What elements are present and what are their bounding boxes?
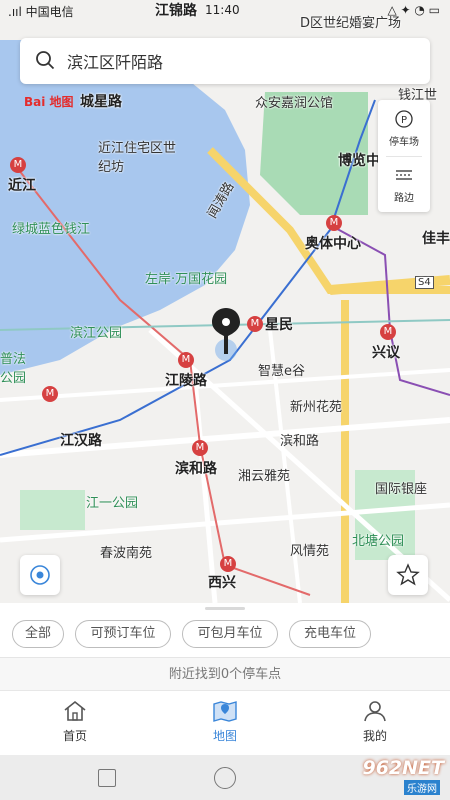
map-label-xinzhou: 新州花苑 bbox=[290, 400, 343, 415]
roadside-label: 路边 bbox=[394, 193, 414, 204]
metro-station-icon: M bbox=[42, 386, 58, 402]
metro-station-icon: M bbox=[178, 352, 194, 368]
map-label-aoti: 奥体中心 bbox=[305, 236, 361, 252]
drag-handle[interactable] bbox=[205, 607, 245, 610]
map-label-pufa: 普法公园 bbox=[0, 352, 27, 386]
map-label-xixing: 西兴 bbox=[208, 575, 236, 591]
map-label-chengxinglu: 城星路 bbox=[80, 94, 122, 110]
map-label-xingyi: 兴议 bbox=[372, 345, 400, 361]
map-label-zhihui: 智慧e谷 bbox=[258, 364, 305, 379]
map-label-jinjiang: 近江住宅区世纪坊 bbox=[98, 141, 177, 175]
tab-map[interactable]: 地图 bbox=[175, 699, 275, 744]
tab-profile-label: 我的 bbox=[362, 729, 387, 743]
map-label-xingmin: 星民 bbox=[265, 317, 293, 333]
map-label-fengqing: 风情苑 bbox=[290, 544, 330, 559]
map-label-jinjiang-station: 近江 bbox=[8, 178, 36, 194]
filter-chip-reservable[interactable]: 可预订车位 bbox=[75, 620, 171, 648]
star-icon bbox=[396, 563, 420, 586]
map-label-chunbo: 春波南苑 bbox=[100, 546, 153, 561]
metro-station-icon: M bbox=[380, 324, 396, 340]
filter-chip-all[interactable]: 全部 bbox=[12, 620, 64, 648]
parking-lot-button[interactable]: P 停车场 bbox=[378, 110, 430, 148]
map-label-beitang: 北塘公园 bbox=[352, 534, 405, 549]
tab-home-label: 首页 bbox=[62, 729, 87, 743]
filter-chip-monthly[interactable]: 可包月车位 bbox=[182, 620, 278, 648]
metro-station-icon: M bbox=[326, 215, 342, 231]
home-icon bbox=[64, 700, 86, 721]
metro-station-icon: M bbox=[10, 157, 26, 173]
bottom-tab-bar: 首页 地图 我的 bbox=[0, 690, 450, 756]
search-icon bbox=[36, 51, 55, 70]
tab-profile[interactable]: 我的 bbox=[325, 699, 425, 744]
map-icon bbox=[213, 701, 237, 722]
map-label-jiaxin: 佳丰 bbox=[422, 231, 450, 247]
carrier-label: .ııl 中国电信 bbox=[8, 5, 74, 19]
parking-icon: P bbox=[395, 110, 413, 128]
metro-station-icon: M bbox=[192, 440, 208, 456]
metro-station-icon: M bbox=[220, 556, 236, 572]
locate-button[interactable] bbox=[20, 555, 60, 595]
map-canvas bbox=[0, 40, 450, 603]
map-label-xiangyun: 湘云雅苑 bbox=[238, 469, 291, 484]
map-label-guoji: 国际银座 bbox=[375, 482, 428, 497]
metro-station-icon: M bbox=[247, 316, 263, 332]
recent-apps-button[interactable] bbox=[98, 769, 116, 787]
roadside-icon bbox=[396, 170, 412, 180]
map-label-jiangling: 江陵路 bbox=[165, 373, 207, 389]
status-bar: .ııl 中国电信 11:40 △ ✦ ◔ ▭ bbox=[0, 0, 450, 22]
map-label-lvcheng: 绿城蓝色钱江 bbox=[12, 222, 91, 237]
status-time: 11:40 bbox=[205, 3, 240, 17]
filter-chip-charging[interactable]: 充电车位 bbox=[289, 620, 371, 648]
map-label-zhongan: 众安嘉润公馆 bbox=[255, 96, 334, 111]
map-view[interactable]: 江锦路 D区世纪婚宴广场 城星路 众安嘉润公馆 钱江世 近江住宅区世纪坊 近江 … bbox=[0, 0, 450, 603]
tab-home[interactable]: 首页 bbox=[25, 699, 125, 744]
roadside-button[interactable]: 路边 bbox=[378, 166, 430, 204]
watermark-sub: 乐游网 bbox=[404, 780, 440, 795]
map-label-binjiang-park: 滨江公园 bbox=[70, 326, 123, 341]
map-label-jianghan: 江汉路 bbox=[60, 433, 102, 449]
location-pin-icon bbox=[212, 308, 240, 361]
home-button[interactable] bbox=[214, 767, 236, 789]
filter-bar: 全部 可预订车位 可包月车位 充电车位 bbox=[0, 603, 450, 657]
watermark-logo: 962NET bbox=[362, 757, 444, 779]
search-input[interactable] bbox=[65, 46, 409, 76]
map-side-panel: P 停车场 路边 bbox=[378, 100, 430, 212]
tab-map-label: 地图 bbox=[212, 729, 237, 743]
map-label-binhe-road: 滨和路 bbox=[280, 434, 320, 449]
panel-divider bbox=[386, 156, 422, 157]
map-label-jiangyi-park: 江一公园 bbox=[86, 496, 139, 511]
status-icons: △ ✦ ◔ ▭ bbox=[387, 3, 440, 17]
svg-text:P: P bbox=[401, 115, 407, 126]
map-label-zuoan: 左岸·万国花园 bbox=[145, 272, 228, 287]
search-bar[interactable] bbox=[20, 38, 430, 84]
favorite-button[interactable] bbox=[388, 555, 428, 595]
map-attribution: Bai 地图 bbox=[24, 95, 74, 109]
map-label-binhe-station: 滨和路 bbox=[175, 461, 217, 477]
locate-icon bbox=[30, 565, 50, 585]
map-label-s4: S4 bbox=[415, 276, 434, 289]
parking-lot-label: 停车场 bbox=[389, 137, 419, 148]
profile-icon bbox=[364, 701, 386, 722]
nearby-result-text: 附近找到0个停车点 bbox=[0, 657, 450, 691]
